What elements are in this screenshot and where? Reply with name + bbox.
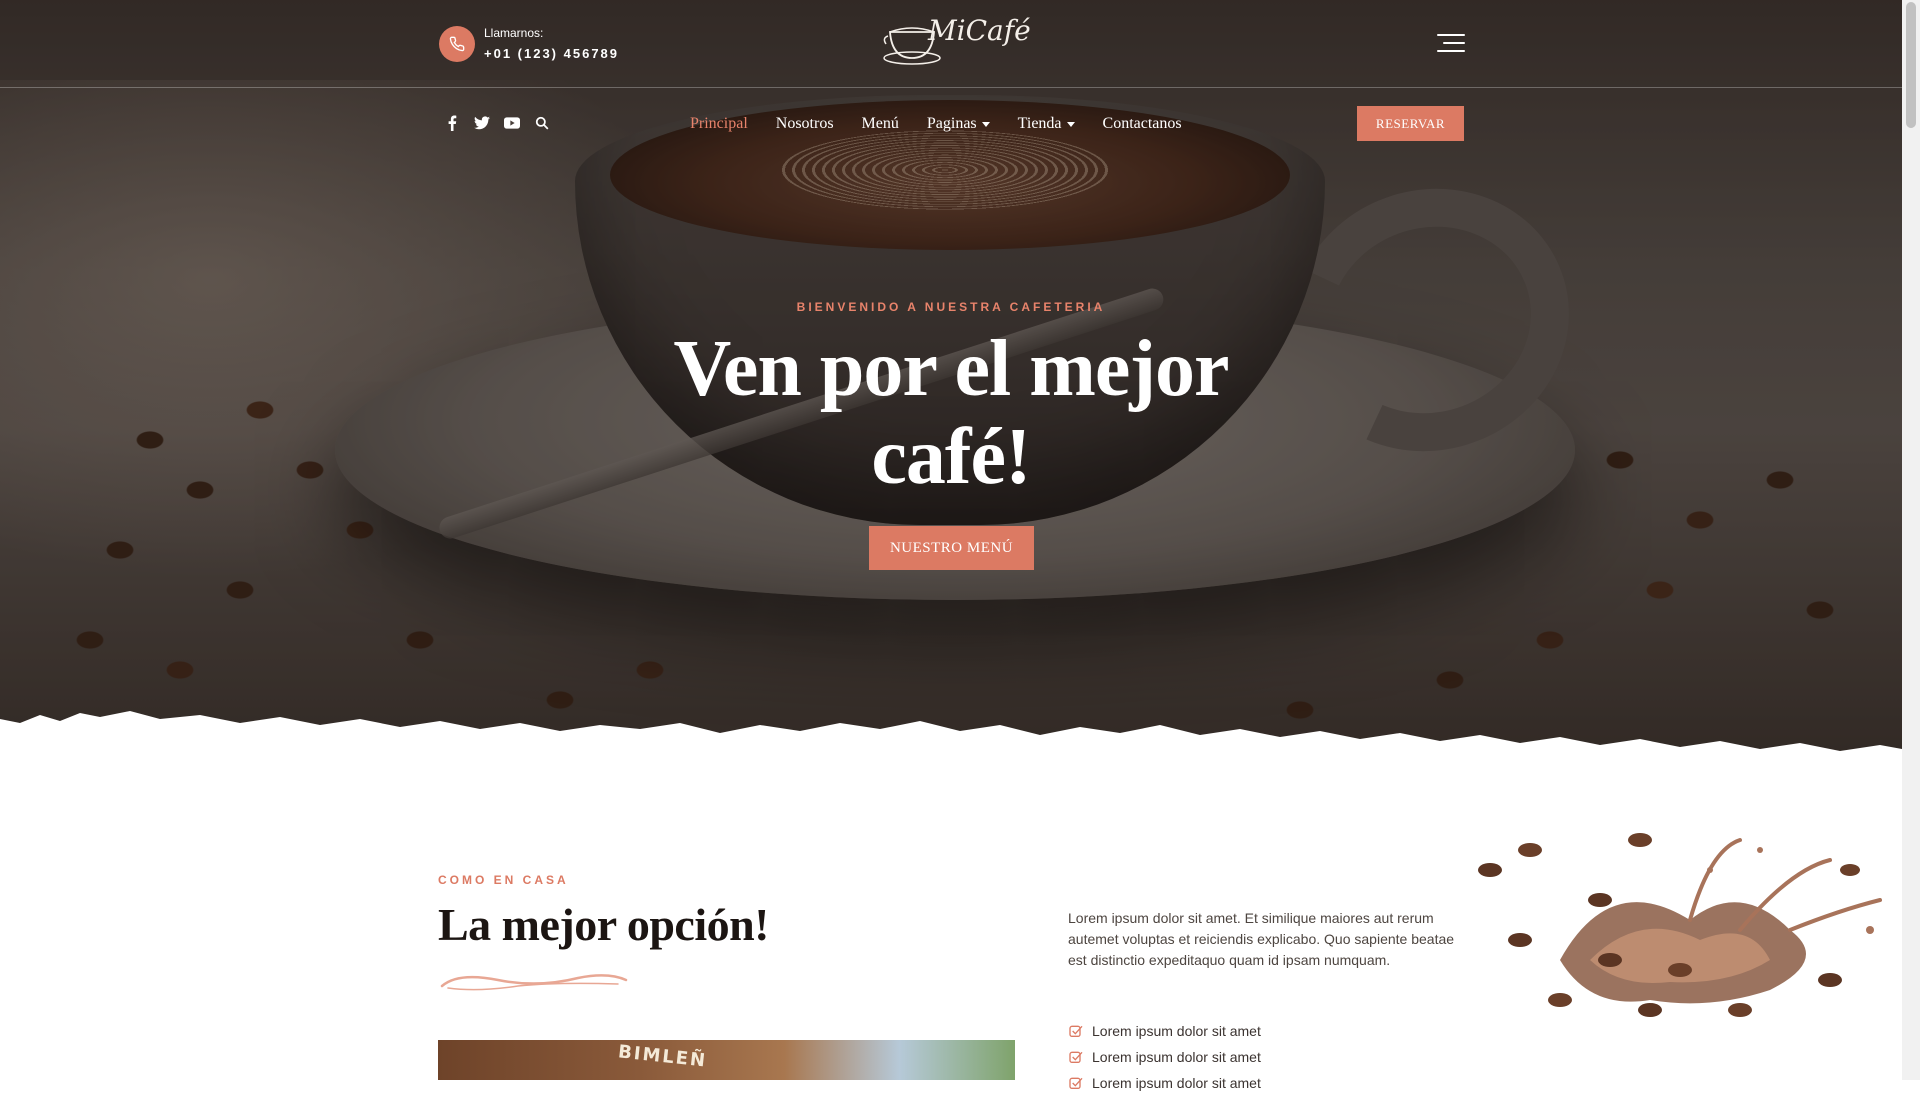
list-item: Lorem ipsum dolor sit amet (1068, 1070, 1261, 1096)
nav-item-nosotros[interactable]: Nosotros (776, 115, 834, 133)
hero-title-line-1: Ven por el mejor (673, 325, 1229, 413)
check-icon (1069, 1025, 1083, 1037)
hamburger-menu-icon[interactable] (1437, 32, 1465, 54)
main-navigation: Principal Nosotros Menú Paginas Tienda C… (690, 112, 1182, 136)
page-scrollbar[interactable] (1902, 0, 1920, 1080)
check-icon (1069, 1077, 1083, 1089)
social-links (444, 112, 550, 134)
cafe-storefront-image: BIMLEÑ (438, 1040, 1015, 1080)
header-top-bar: Llamarnos: +01 (123) 456789 MiCafé (0, 0, 1902, 88)
nav-item-paginas[interactable]: Paginas (927, 115, 990, 133)
feature-checklist: Lorem ipsum dolor sit amet Lorem ipsum d… (1068, 1018, 1261, 1096)
nav-item-tienda[interactable]: Tienda (1018, 115, 1075, 133)
twitter-icon[interactable] (474, 115, 490, 131)
reservar-button[interactable]: RESERVAR (1357, 106, 1464, 141)
torn-paper-divider (0, 711, 1902, 780)
hero-kicker: BIENVENIDO A NUESTRA CAFETERIA (796, 300, 1106, 314)
phone-number[interactable]: +01 (123) 456789 (484, 46, 619, 61)
list-item-label: Lorem ipsum dolor sit amet (1092, 1075, 1261, 1091)
list-item-label: Lorem ipsum dolor sit amet (1092, 1023, 1261, 1039)
list-item: Lorem ipsum dolor sit amet (1068, 1018, 1261, 1044)
scrollbar-thumb[interactable] (1906, 2, 1916, 128)
list-item-label: Lorem ipsum dolor sit amet (1092, 1049, 1261, 1065)
phone-label: Llamarnos: (484, 26, 544, 40)
about-title: La mejor opción! (438, 899, 770, 950)
hero-title-line-2: café! (871, 413, 1031, 501)
decorative-swash-icon (440, 974, 628, 991)
coffee-splash-image (1478, 833, 1882, 1017)
logo-text[interactable]: MiCafé (928, 14, 1031, 47)
nuestro-menu-button[interactable]: NUESTRO MENÚ (869, 526, 1034, 570)
nav-item-tienda-label: Tienda (1017, 115, 1062, 132)
phone-icon[interactable] (439, 26, 475, 62)
nav-item-menu[interactable]: Menú (862, 115, 899, 133)
check-icon (1069, 1051, 1083, 1063)
hero-section: Llamarnos: +01 (123) 456789 MiCafé Princ… (0, 0, 1902, 780)
nav-item-paginas-label: Paginas (926, 115, 977, 132)
search-icon[interactable] (534, 115, 550, 131)
chevron-down-icon (1066, 121, 1075, 127)
list-item: Lorem ipsum dolor sit amet (1068, 1044, 1261, 1070)
youtube-icon[interactable] (504, 115, 520, 131)
nav-item-contactanos[interactable]: Contactanos (1103, 115, 1182, 133)
chevron-down-icon (981, 121, 990, 127)
storefront-sign: BIMLEÑ (617, 1041, 709, 1072)
about-kicker: COMO EN CASA (438, 873, 569, 887)
hero-title: Ven por el mejor café! (551, 325, 1351, 501)
facebook-icon[interactable] (444, 115, 460, 131)
nav-item-principal[interactable]: Principal (690, 115, 748, 133)
